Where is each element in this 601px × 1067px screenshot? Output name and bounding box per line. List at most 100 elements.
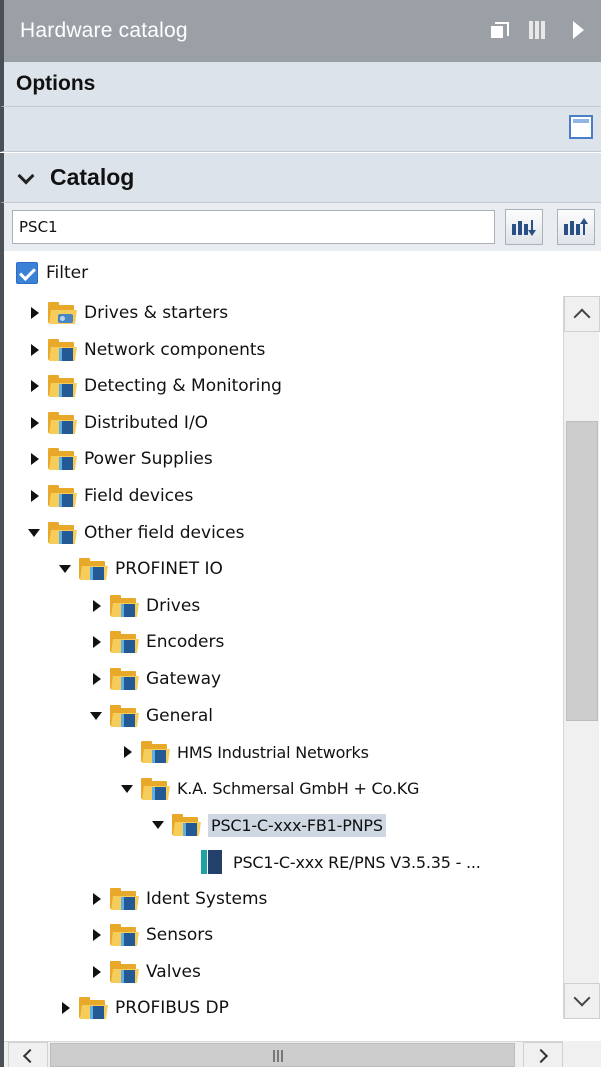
tree-item[interactable]: Drives	[90, 588, 200, 624]
scroll-corner	[563, 1041, 601, 1067]
scroll-up-icon[interactable]	[564, 296, 600, 332]
folder-icon	[46, 521, 78, 545]
tree-item-label: General	[146, 705, 213, 726]
tree-item-label: Valves	[146, 961, 201, 982]
folder-icon	[108, 667, 140, 691]
grip-icon	[273, 1050, 287, 1062]
folder-icon	[46, 447, 78, 471]
expand-triangle-right-icon[interactable]	[90, 634, 104, 650]
folder-icon	[139, 740, 171, 764]
tree-item[interactable]: Power Supplies	[28, 441, 213, 477]
tree-item-label: Encoders	[146, 632, 225, 653]
tree-item-label: Distributed I/O	[84, 412, 209, 433]
tree-item[interactable]: Network components	[28, 332, 265, 368]
tree-item-label: HMS Industrial Networks	[177, 742, 369, 762]
expand-triangle-right-icon[interactable]	[28, 378, 42, 394]
tree-item-label: Network components	[84, 339, 266, 360]
tree-item-label: K.A. Schmersal GmbH + Co.KG	[177, 779, 420, 799]
vertical-scrollbar[interactable]	[563, 296, 600, 1019]
expand-triangle-down-icon[interactable]	[152, 817, 166, 833]
tree-item[interactable]: PROFIBUS DP	[59, 990, 229, 1026]
device-icon	[201, 848, 223, 876]
catalog-label: Catalog	[50, 164, 135, 190]
tree-item[interactable]: Gateway	[90, 661, 221, 697]
expand-triangle-down-icon[interactable]	[28, 525, 42, 541]
expand-triangle-right-icon[interactable]	[28, 451, 42, 467]
expand-triangle-right-icon[interactable]	[90, 927, 104, 943]
options-label: Options	[16, 72, 96, 95]
expand-triangle-right-icon[interactable]	[90, 671, 104, 687]
tree-item-label: PSC1-C-xxx RE/PNS V3.5.35 - ...	[233, 852, 481, 872]
tree-item[interactable]: Valves	[90, 954, 201, 990]
tree-item[interactable]: Sensors	[90, 917, 213, 953]
search-up-icon	[564, 218, 588, 235]
tree-item[interactable]: K.A. Schmersal GmbH + Co.KG	[121, 771, 419, 807]
panel-title-bar: Hardware catalog	[0, 0, 601, 62]
tree-item-label: PROFIBUS DP	[115, 998, 229, 1019]
folder-icon	[46, 411, 78, 435]
tree-item[interactable]: Drives & starters	[28, 295, 228, 331]
expand-triangle-right-icon[interactable]	[28, 415, 42, 431]
tree-item[interactable]: PSC1-C-xxx-FB1-PNPS	[152, 807, 386, 843]
folder-icon	[77, 557, 109, 581]
tree-item-label: Drives	[146, 595, 201, 616]
expand-triangle-right-icon[interactable]	[90, 964, 104, 980]
folder-icon	[108, 887, 140, 911]
catalog-header[interactable]: Catalog	[0, 153, 601, 203]
expand-triangle-right-icon[interactable]	[90, 598, 104, 614]
folder-icon	[46, 374, 78, 398]
folder-icon	[108, 704, 140, 728]
expand-triangle-right-icon[interactable]	[59, 1000, 73, 1016]
tree-item[interactable]: HMS Industrial Networks	[121, 734, 369, 770]
tree-item[interactable]: PSC1-C-xxx RE/PNS V3.5.35 - ...	[183, 844, 481, 880]
tree-item-label: PROFINET IO	[115, 559, 223, 580]
scroll-down-icon[interactable]	[564, 983, 600, 1019]
expand-triangle-right-icon[interactable]	[121, 744, 135, 760]
horizontal-scroll-thumb[interactable]	[50, 1043, 515, 1067]
tree-item[interactable]: Encoders	[90, 624, 224, 660]
arrow-right-icon[interactable]	[567, 18, 591, 42]
search-down-button[interactable]	[505, 209, 543, 245]
title-controls	[487, 18, 591, 42]
tree-item-label: PSC1-C-xxx-FB1-PNPS	[208, 813, 386, 837]
tree-item[interactable]: Field devices	[28, 478, 193, 514]
expand-triangle-right-icon[interactable]	[28, 488, 42, 504]
columns-icon[interactable]	[527, 18, 551, 42]
expand-triangle-right-icon[interactable]	[28, 342, 42, 358]
filter-label: Filter	[46, 263, 89, 283]
scroll-left-icon[interactable]	[8, 1042, 48, 1067]
panel-title: Hardware catalog	[20, 19, 188, 42]
tree-item[interactable]: Distributed I/O	[28, 405, 208, 441]
tree-item-label: Detecting & Monitoring	[84, 376, 282, 397]
tree-item[interactable]: PROFINET IO	[59, 551, 223, 587]
search-up-button[interactable]	[557, 209, 595, 245]
expand-triangle-right-icon[interactable]	[28, 305, 42, 321]
tree-item-label: Gateway	[146, 669, 222, 689]
horizontal-scrollbar[interactable]	[4, 1041, 563, 1067]
tree-item[interactable]: Other field devices	[28, 515, 244, 551]
filter-checkbox[interactable]	[16, 262, 38, 284]
chevron-down-icon	[18, 169, 36, 187]
drives-folder-icon	[46, 301, 78, 325]
folder-icon	[46, 338, 78, 362]
expand-triangle-down-icon[interactable]	[90, 708, 104, 724]
filter-row: Filter	[0, 251, 601, 295]
expand-triangle-down-icon[interactable]	[59, 561, 73, 577]
search-down-icon	[512, 220, 536, 236]
options-header[interactable]: Options	[0, 62, 601, 107]
scroll-right-icon[interactable]	[523, 1042, 563, 1067]
restore-icon[interactable]	[487, 18, 511, 42]
tree-item[interactable]: Ident Systems	[90, 881, 267, 917]
options-toolbar	[0, 107, 601, 152]
folder-icon	[108, 594, 140, 618]
expand-triangle-down-icon[interactable]	[121, 781, 135, 797]
tree-item[interactable]: General	[90, 698, 213, 734]
tree-item[interactable]: Detecting & Monitoring	[28, 368, 282, 404]
folder-icon	[108, 960, 140, 984]
tree-item-label: Power Supplies	[84, 449, 213, 470]
vertical-scroll-thumb[interactable]	[566, 421, 598, 721]
search-input[interactable]	[12, 210, 495, 244]
window-icon[interactable]	[569, 115, 593, 139]
expand-triangle-right-icon[interactable]	[90, 891, 104, 907]
search-row	[0, 203, 601, 251]
